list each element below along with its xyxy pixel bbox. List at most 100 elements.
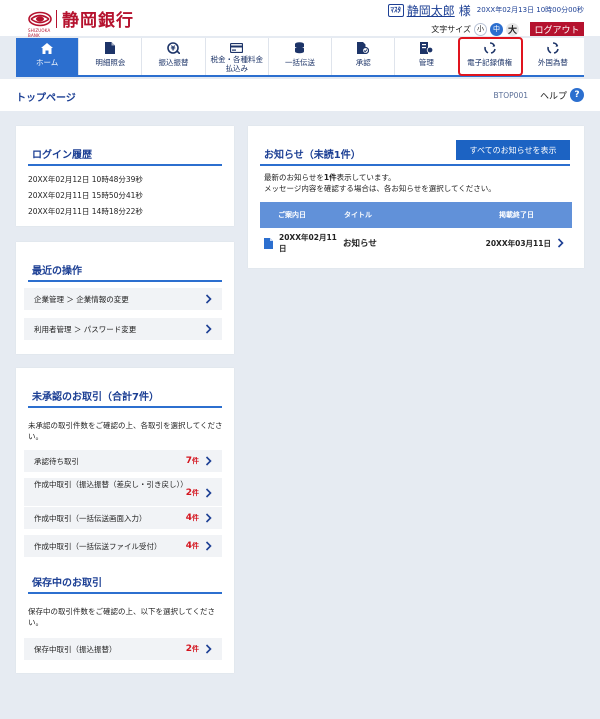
pending-item-awaiting-approval[interactable]: 承認待ち取引 7件 (24, 450, 222, 472)
help-label: ヘルプ (539, 91, 567, 102)
user-area: ﾏｽﾀ 静岡太郎 様 20XX年02月13日 10時00分00秒 文字サイズ 小… (364, 3, 584, 36)
svg-text:¥: ¥ (171, 45, 176, 53)
nav-foreign-exchange-label: 外国為替 (537, 58, 568, 67)
recent-op-label: 利用者管理 ＞ パスワード変更 (34, 324, 137, 334)
transfer-icon: ¥ (167, 42, 181, 54)
cycle-icon (483, 42, 497, 54)
chevron-right-icon (205, 294, 212, 304)
header: SHIZUOKA BANK 静岡銀行 ﾏｽﾀ 静岡太郎 様 20XX年02月13… (0, 0, 600, 38)
chevron-right-icon (557, 238, 564, 248)
saved-transactions-title: 保存中のお取引 (32, 578, 102, 589)
saved-item-label: 保存中取引（振込振替） (34, 644, 117, 654)
last-login-time: 20XX年02月13日 10時00分00秒 (476, 6, 584, 14)
font-size-small-button[interactable]: 小 (474, 22, 487, 36)
user-honorific: 様 (458, 3, 471, 18)
nav-transfer[interactable]: ¥ 振込振替 (142, 38, 206, 75)
pending-item-unit: 件 (192, 489, 199, 497)
news-table-header: ご案内日 タイトル 掲載終了日 (260, 202, 572, 228)
nav-admin-label: 管理 (418, 58, 434, 67)
pending-item-label: 承認待ち取引 (34, 456, 79, 466)
divider (28, 406, 222, 408)
pending-description: 未承認の取引件数をご確認の上、各取引を選択してください。 (28, 421, 223, 441)
chevron-right-icon (205, 644, 212, 654)
pending-item-bulk-file[interactable]: 作成中取引（一括伝送ファイル受付） 4件 (24, 535, 222, 557)
coins-icon (293, 42, 307, 54)
saved-item-unit: 件 (192, 645, 199, 653)
bank-name: 静岡銀行 (62, 11, 134, 31)
divider (28, 164, 222, 166)
nav-tax-payment-label: 税金・各種料金 払込み (210, 55, 264, 73)
show-all-news-button[interactable]: すべてのお知らせを表示 (456, 140, 570, 160)
nav-bulk-transmission-label: 一括伝送 (284, 58, 315, 67)
news-date: 20XX年02月11日 (279, 233, 337, 253)
news-panel: お知らせ（未読1件） すべてのお知らせを表示 最新のお知らせを1件表示しています… (248, 126, 584, 268)
divider (28, 280, 222, 282)
nav-tax-payment[interactable]: 税金・各種料金 払込み (206, 38, 269, 75)
nav-foreign-exchange[interactable]: 外国為替 (522, 38, 584, 75)
logo-divider (56, 9, 57, 28)
page-title: トップページ (16, 93, 76, 104)
bank-logo-sub: SHIZUOKA BANK (28, 27, 51, 38)
login-history-entry: 20XX年02月12日 10時48分39秒 (28, 175, 143, 184)
document-icon (264, 237, 273, 249)
chevron-right-icon (205, 513, 212, 523)
nav-bulk-transmission[interactable]: 一括伝送 (269, 38, 333, 75)
pending-item-label: 作成中取引（一括伝送ファイル受付） (34, 541, 162, 551)
divider (260, 164, 570, 166)
global-nav: ホーム 明細照会 ¥ 振込振替 税金・各種料金 払込み 一括伝送 承認 管理 電… (16, 37, 584, 77)
chevron-right-icon (205, 324, 212, 334)
nav-electronic-receivables[interactable]: 電子記録債権 (457, 37, 523, 76)
font-size-label: 文字サイズ (431, 24, 471, 34)
cycle-icon (546, 42, 560, 54)
bank-logo-mark-icon: SHIZUOKA BANK (28, 11, 52, 38)
login-history-title: ログイン履歴 (32, 150, 92, 161)
nav-statements-label: 明細照会 (95, 58, 126, 67)
logout-button[interactable]: ログアウト (530, 22, 584, 36)
bank-logo[interactable]: SHIZUOKA BANK 静岡銀行 (28, 6, 134, 38)
master-user-icon: ﾏｽﾀ (387, 3, 404, 17)
news-description: 最新のお知らせを1件表示しています。 メッセージ内容を確認する場合は、各お知らせ… (264, 173, 496, 193)
nav-electronic-receivables-label: 電子記録債権 (467, 58, 513, 67)
user-name-link[interactable]: 静岡太郎 (407, 2, 455, 19)
screen-code: BTOP001 (493, 91, 528, 100)
nav-home[interactable]: ホーム (16, 38, 80, 75)
admin-icon (419, 42, 433, 54)
recent-op-label: 企業管理 ＞ 企業情報の変更 (34, 294, 129, 304)
saved-description: 保存中の取引件数をご確認の上、以下を選択してください。 (28, 607, 216, 627)
nav-approval[interactable]: 承認 (332, 38, 396, 75)
news-end-date: 20XX年03月11日 (485, 238, 551, 248)
chevron-right-icon (205, 456, 212, 466)
pending-item-unit: 件 (192, 457, 199, 465)
pending-item-label: 作成中取引（振込振替（差戻し・引き戻し）） (34, 480, 188, 489)
font-size-medium-button[interactable]: 中 (490, 22, 503, 36)
pending-item-transfer-draft[interactable]: 作成中取引（振込振替（差戻し・引き戻し）） 2件 (24, 478, 222, 506)
recent-op-company-info[interactable]: 企業管理 ＞ 企業情報の変更 (24, 288, 222, 310)
nav-statements[interactable]: 明細照会 (79, 38, 143, 75)
nav-approval-label: 承認 (355, 58, 371, 67)
font-size-large-button[interactable]: 大 (506, 22, 519, 36)
news-row[interactable]: 20XX年02月11日 お知らせ 20XX年03月11日 (260, 233, 572, 253)
recent-op-password-change[interactable]: 利用者管理 ＞ パスワード変更 (24, 318, 222, 340)
login-history-panel: ログイン履歴 20XX年02月12日 10時48分39秒 20XX年02月11日… (16, 126, 234, 226)
news-row-title: お知らせ (343, 239, 377, 249)
login-history-entry: 20XX年02月11日 15時50分41秒 (28, 191, 143, 200)
divider (28, 592, 222, 594)
nav-admin[interactable]: 管理 (395, 38, 459, 75)
page-header-bar: トップページ BTOP001 ヘルプ ? (0, 79, 600, 111)
news-col-end-date: 掲載終了日 (499, 211, 534, 219)
pending-item-bulk-screen[interactable]: 作成中取引（一括伝送画面入力） 4件 (24, 507, 222, 529)
news-col-date: ご案内日 (278, 211, 306, 219)
pending-item-unit: 件 (192, 542, 199, 550)
saved-item-transfer[interactable]: 保存中取引（振込振替） 2件 (24, 638, 222, 660)
home-icon (40, 42, 54, 54)
nav-home-label: ホーム (35, 58, 59, 67)
document-icon (103, 42, 117, 54)
pending-transactions-title: 未承認のお取引（合計7件） (32, 392, 159, 403)
payment-card-icon (230, 42, 244, 54)
help-icon: ? (570, 88, 584, 102)
chevron-right-icon (205, 541, 212, 551)
nav-transfer-label: 振込振替 (158, 58, 189, 67)
help-link[interactable]: ヘルプ ? (540, 88, 584, 102)
pending-item-label: 作成中取引（一括伝送画面入力） (34, 513, 147, 523)
pending-item-unit: 件 (192, 514, 199, 522)
